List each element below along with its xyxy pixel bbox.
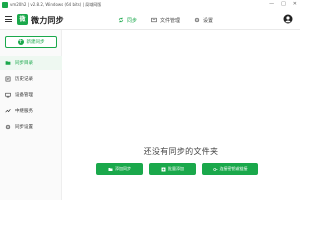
folder-add-icon xyxy=(108,167,113,171)
maximize-button[interactable]: □ xyxy=(281,1,286,7)
sidebar-item-label: 设备管理 xyxy=(15,93,33,98)
new-sync-button[interactable]: + 新建同步 xyxy=(5,36,57,48)
sync-icon xyxy=(118,17,124,23)
tab-sync[interactable]: 同步 xyxy=(118,15,137,25)
folder-icon xyxy=(5,61,11,65)
batch-add-icon xyxy=(161,167,166,171)
connect-key-label: 连接密钥或链接 xyxy=(219,166,248,171)
minimize-button[interactable]: — xyxy=(269,1,274,7)
plus-icon: + xyxy=(17,38,24,45)
folder-icon xyxy=(151,17,157,23)
menu-icon[interactable] xyxy=(5,16,12,22)
tab-settings[interactable]: 设置 xyxy=(194,15,213,25)
sidebar-item-devices[interactable]: 设备管理 xyxy=(0,88,62,102)
new-sync-label: 新建同步 xyxy=(26,40,45,45)
gear-icon xyxy=(194,17,200,23)
add-sync-button[interactable]: 添加同步 xyxy=(96,163,143,175)
connect-key-button[interactable]: 连接密钥或链接 xyxy=(202,163,258,175)
add-sync-label: 添加同步 xyxy=(115,166,131,171)
app-header: 微 微力同步 同步 文件管理 设置 xyxy=(0,10,300,30)
sidebar-item-label: 同步目录 xyxy=(15,61,33,66)
empty-state-message: 还没有同步的文件夹 xyxy=(143,147,219,156)
window-titlebar: vm20h2 | v2.8.2, Windows (64 bits) | 局域网… xyxy=(0,0,300,10)
tab-file-manager-label: 文件管理 xyxy=(160,17,181,24)
sidebar-item-label: 中继服务 xyxy=(15,109,33,114)
tab-file-manager[interactable]: 文件管理 xyxy=(151,15,180,25)
logo-icon: 微 xyxy=(17,14,28,25)
user-icon[interactable] xyxy=(283,14,293,24)
window-title: vm20h2 | v2.8.2, Windows (64 bits) | 局域网… xyxy=(10,2,102,7)
sidebar-item-label: 历史记录 xyxy=(15,77,33,82)
sidebar-item-sync-folders[interactable]: 同步目录 xyxy=(0,56,62,70)
app-logo-text: 微力同步 xyxy=(31,16,64,25)
device-icon xyxy=(5,92,11,98)
app-icon xyxy=(2,2,8,8)
gear-icon xyxy=(5,124,11,130)
key-icon xyxy=(212,167,217,171)
sidebar-item-relay[interactable]: 中继服务 xyxy=(0,104,62,118)
close-button[interactable]: ✕ xyxy=(293,1,297,7)
window-controls: — □ ✕ xyxy=(269,1,297,7)
relay-icon xyxy=(5,109,11,113)
tab-sync-label: 同步 xyxy=(127,17,138,24)
top-nav: 同步 文件管理 设置 xyxy=(118,15,213,25)
sidebar-item-sync-settings[interactable]: 同步设置 xyxy=(0,120,62,134)
action-buttons: 添加同步 批量添加 连接密钥或链接 xyxy=(96,163,258,175)
batch-add-button[interactable]: 批量添加 xyxy=(149,163,196,175)
sidebar-item-history[interactable]: 历史记录 xyxy=(0,72,62,86)
sidebar-item-label: 同步设置 xyxy=(15,125,33,130)
sidebar: + 新建同步 同步目录 历史记录 设备管理 中继服务 同步设置 xyxy=(0,30,62,200)
history-icon xyxy=(5,76,11,82)
tab-settings-label: 设置 xyxy=(203,17,214,24)
batch-add-label: 批量添加 xyxy=(168,166,184,171)
